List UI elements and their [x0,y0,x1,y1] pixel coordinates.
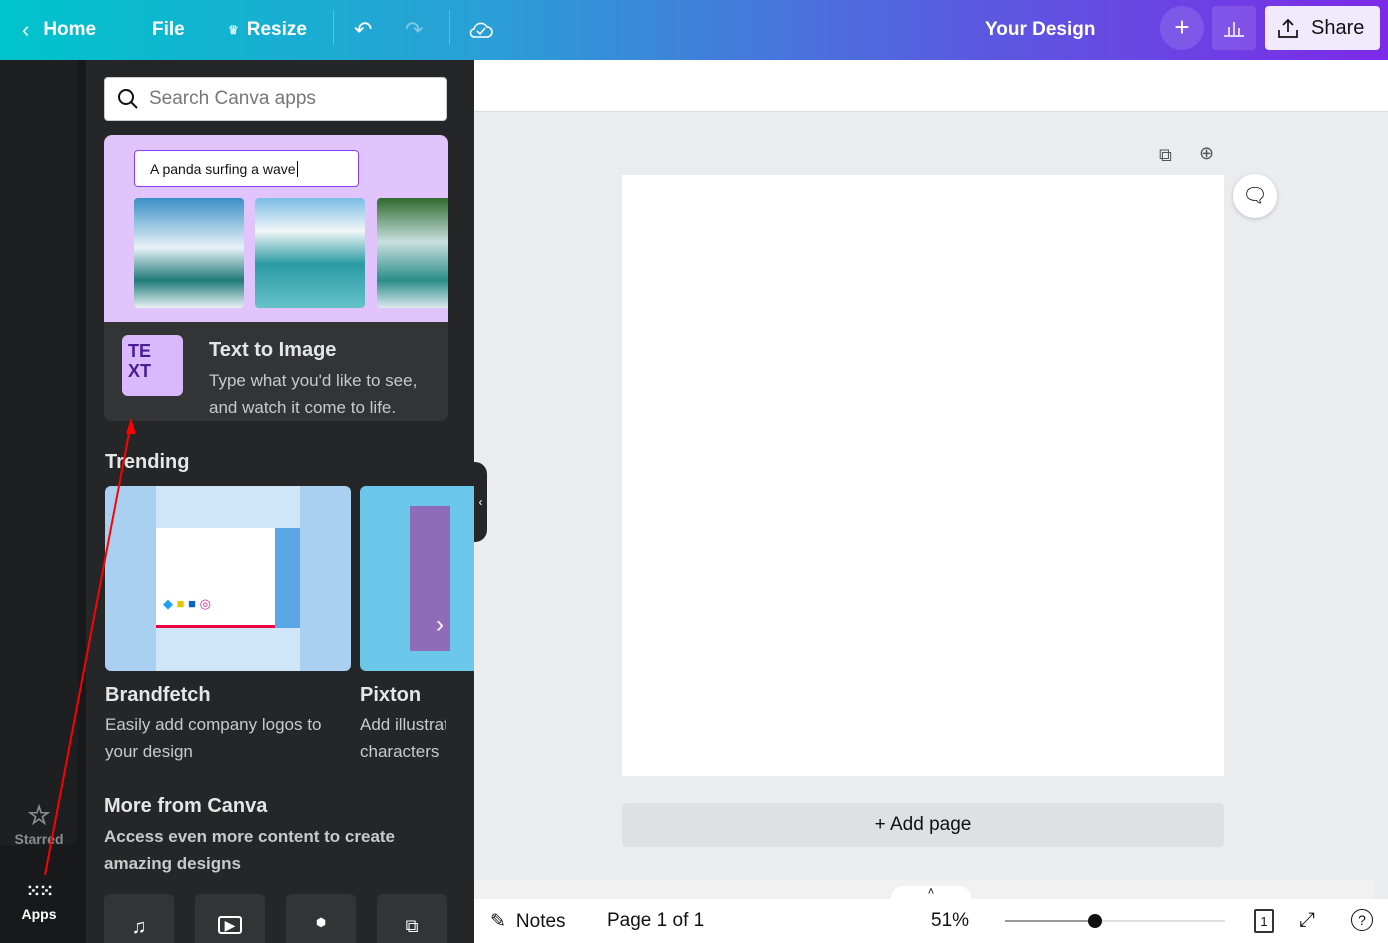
music-icon: ♫ [131,916,147,938]
more-heading: More from Canva [104,795,268,817]
left-rail: ☆ Starred ⁙⁙ Apps [0,60,86,943]
bar-chart-icon [1224,22,1244,37]
rail-item-apps[interactable]: ⁙⁙ Apps [0,882,78,922]
design-page[interactable] [622,175,1224,776]
text-to-image-card[interactable]: A panda surfing a wave TE XT Text to Imag… [104,135,448,421]
trending-heading: Trending [105,451,190,473]
insights-button[interactable] [1212,6,1256,50]
duplicate-page-icon[interactable]: ⧉ [1159,145,1172,166]
duplicate-add-icon: ⧉ [405,916,419,936]
panda-image-1 [134,198,244,308]
design-title[interactable]: Your Design [985,0,1096,60]
star-icon: ☆ [27,800,51,830]
cloud-saved-icon[interactable] [468,0,494,60]
undo-icon[interactable]: ↶ [354,0,372,60]
search-icon [118,89,138,109]
fullscreen-icon[interactable]: ⤢ [1299,909,1315,932]
brand-tile[interactable]: ⬢ [286,894,356,943]
text-to-image-icon: TE XT [122,335,183,396]
context-toolbar [474,60,1388,112]
add-page-tile[interactable]: ⧉ [377,894,447,943]
divider [333,10,334,45]
add-page-button[interactable]: + Add page [622,803,1224,847]
pixton-title: Pixton [360,684,422,706]
prompt-field: A panda surfing a wave [134,150,359,187]
brandfetch-card[interactable]: ◆ ■ ■ ◎ [105,486,351,671]
upload-icon [1278,18,1298,38]
chevron-right-icon[interactable]: › [436,611,444,639]
canvas-area: ⧉ ⊕ 🗨 + Add page ˄ ✎ Notes Page 1 of 1 51… [474,60,1388,943]
brandfetch-title: Brandfetch [105,684,211,706]
vertical-scrollbar[interactable] [1372,112,1388,882]
notes-icon: ✎ [490,911,506,932]
hero-preview: A panda surfing a wave [104,135,448,322]
divider [449,10,450,45]
resize-button[interactable]: ♛ Resize [228,0,307,60]
video-tile[interactable]: ▶ [195,894,265,943]
page-grid-button[interactable]: 1 [1254,909,1274,933]
add-collaborator-button[interactable]: + [1160,6,1204,50]
zoom-value[interactable]: 51% [931,910,969,932]
zoom-slider-knob[interactable] [1088,914,1103,928]
co-hexagon-icon: ⬢ [316,917,326,929]
add-comment-button[interactable]: 🗨 [1233,174,1277,218]
share-button[interactable]: Share [1265,6,1380,50]
music-tile[interactable]: ♫ [104,894,174,943]
chevron-left-icon: ‹ [22,17,30,42]
crown-icon: ♛ [228,23,239,37]
redo-icon[interactable]: ↷ [405,0,423,60]
home-button[interactable]: ‹ Home [22,0,96,60]
top-bar: ‹ Home File ♛ Resize ↶ ↷ Your Design + Sha… [0,0,1388,60]
zoom-slider[interactable] [1005,914,1225,928]
rail-item-starred[interactable]: ☆ Starred [0,800,78,847]
help-button[interactable]: ? [1351,909,1373,931]
page-indicator: Page 1 of 1 [607,910,705,931]
panda-image-3 [377,198,448,308]
search-input[interactable]: Search Canva apps [104,77,447,121]
bottom-bar: ✎ Notes Page 1 of 1 51% 1 ⤢ ? [474,899,1388,943]
video-icon: ▶ [218,916,242,934]
social-logos-icon: ◆ ■ ■ ◎ [163,596,211,611]
notes-button[interactable]: ✎ Notes [490,910,566,933]
comment-add-icon: 🗨 [1242,185,1268,207]
add-page-icon[interactable]: ⊕ [1199,143,1214,164]
rail-top [0,60,78,845]
panda-image-2 [255,198,365,308]
file-menu-button[interactable]: File [152,0,185,60]
pixton-card[interactable]: › [360,486,474,671]
apps-panel: Search Canva apps A panda surfing a wave… [86,60,474,943]
apps-grid-icon: ⁙⁙ [25,881,54,901]
